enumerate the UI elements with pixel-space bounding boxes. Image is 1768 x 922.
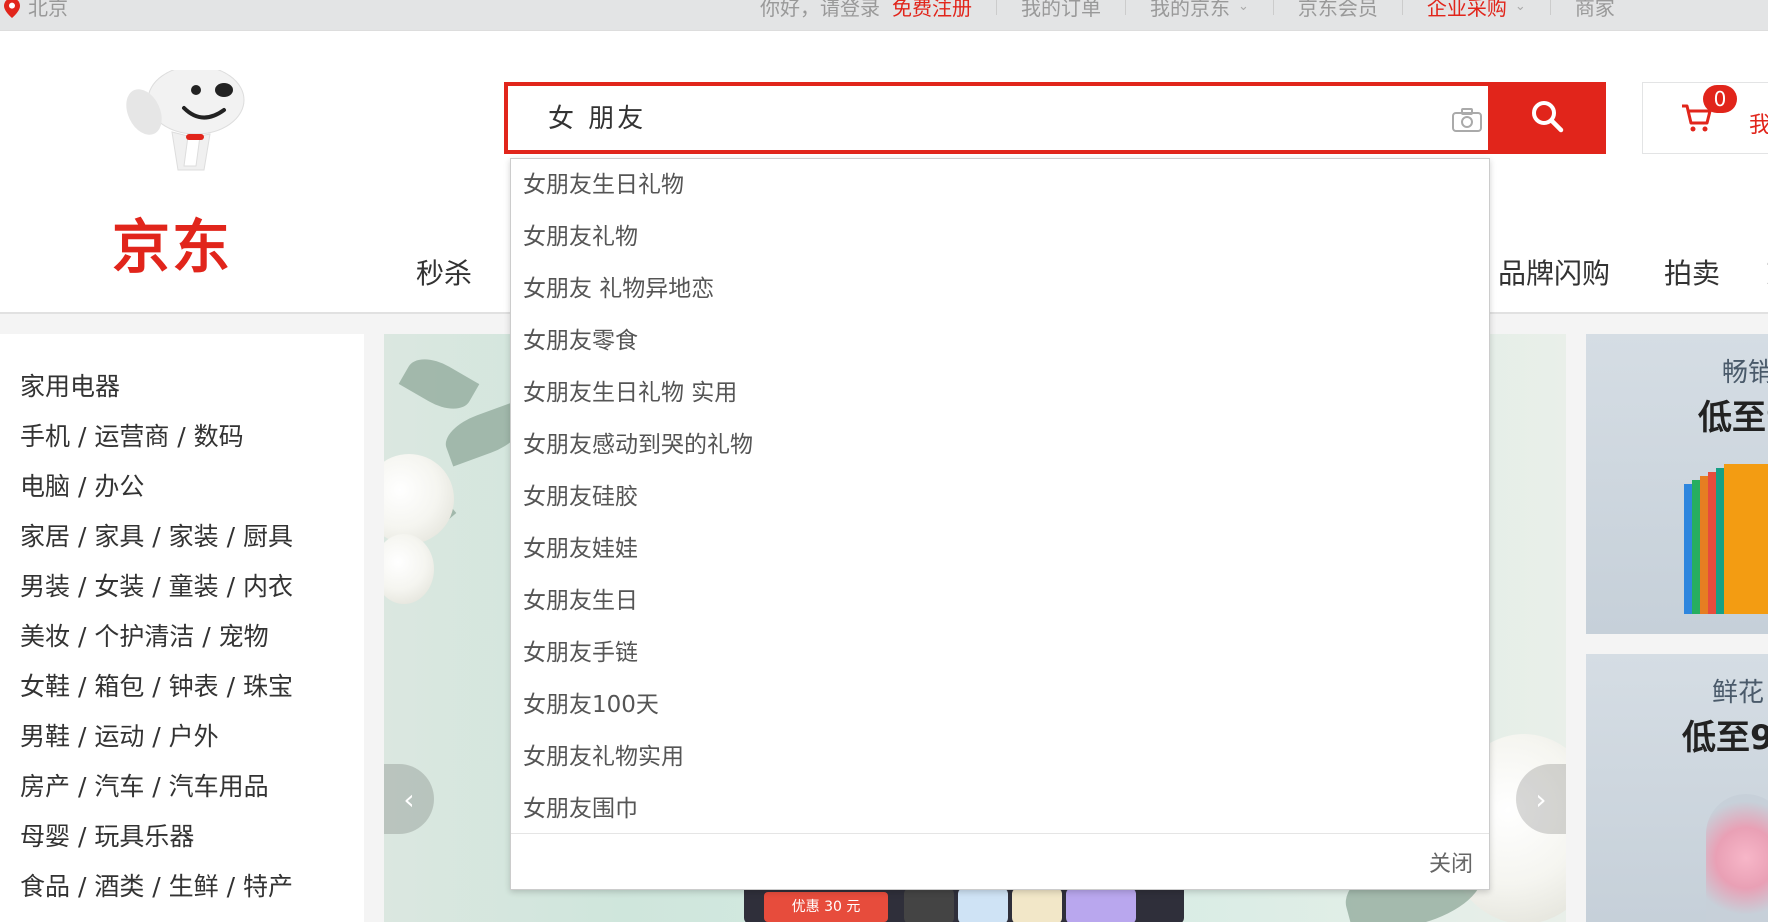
category-item[interactable]: 电脑 / 办公 bbox=[20, 462, 319, 512]
nav-brand-flash[interactable]: 品牌闪购 bbox=[1498, 252, 1610, 292]
register-link[interactable]: 免费注册 bbox=[892, 0, 972, 21]
close-button[interactable]: 关闭 bbox=[1429, 846, 1473, 878]
category-item[interactable]: 男鞋 / 运动 / 户外 bbox=[20, 712, 319, 762]
search-box[interactable]: 女 朋友 bbox=[504, 82, 1606, 154]
cart-button[interactable]: 0 我 bbox=[1642, 82, 1768, 154]
top-bar: 北京 你好，请登录 免费注册 我的订单 我的京东 ⌄ 京东会员 企业采购 ⌄ 商… bbox=[0, 0, 1768, 31]
top-nav: 你好，请登录 免费注册 我的订单 我的京东 ⌄ 京东会员 企业采购 ⌄ 商家 bbox=[760, 0, 1615, 21]
suggestion-item[interactable]: 女朋友生日礼物 实用 bbox=[511, 367, 1489, 419]
phone-image bbox=[958, 888, 1008, 922]
suggestion-item[interactable]: 女朋友生日 bbox=[511, 575, 1489, 627]
suggestion-item[interactable]: 女朋友礼物 bbox=[511, 211, 1489, 263]
category-item[interactable]: 家用电器 bbox=[20, 362, 319, 412]
category-list: 家用电器 手机 / 运营商 / 数码 电脑 / 办公 家居 / 家具 / 家装 / 厨… bbox=[20, 362, 319, 922]
suggestion-item[interactable]: 女朋友生日礼物 bbox=[511, 159, 1489, 211]
suggestion-item[interactable]: 女朋友100天 bbox=[511, 679, 1489, 731]
my-cart-label: 我 bbox=[1749, 113, 1768, 138]
leaf-decoration bbox=[398, 349, 480, 419]
category-item[interactable]: 男装 / 女装 / 童装 / 内衣 bbox=[20, 562, 319, 612]
book-set-image bbox=[1684, 464, 1768, 624]
suggestion-item[interactable]: 女朋友娃娃 bbox=[511, 523, 1489, 575]
category-item[interactable]: 母婴 / 玩具乐器 bbox=[20, 812, 319, 862]
chevron-left-icon: ‹ bbox=[403, 782, 415, 816]
flower-bouquet-image bbox=[1706, 794, 1768, 922]
separator bbox=[1549, 0, 1551, 15]
promo-title: 畅销 bbox=[1722, 358, 1768, 388]
phone-image bbox=[904, 888, 954, 922]
separator bbox=[996, 0, 997, 15]
category-item[interactable]: 家居 / 家具 / 家装 / 厨具 bbox=[20, 512, 319, 562]
dropdown-footer: 关闭 bbox=[511, 833, 1489, 889]
phone-image bbox=[1066, 888, 1136, 922]
promo-card-bestseller[interactable]: 畅销 低至9 bbox=[1586, 334, 1768, 634]
nav-seckill[interactable]: 秒杀 bbox=[416, 252, 472, 292]
jd-member-link[interactable]: 京东会员 bbox=[1298, 0, 1378, 21]
login-link[interactable]: 你好，请登录 bbox=[760, 0, 880, 21]
chevron-down-icon: ⌄ bbox=[1514, 0, 1526, 14]
location-selector[interactable]: 北京 bbox=[4, 0, 68, 21]
chevron-down-icon: ⌄ bbox=[1238, 0, 1249, 14]
promo-subtitle: 低至9 bbox=[1698, 398, 1768, 438]
search-button[interactable] bbox=[1488, 82, 1606, 154]
suggestion-item[interactable]: 女朋友 礼物异地恋 bbox=[511, 263, 1489, 315]
promo-title: 鲜花 bbox=[1712, 678, 1765, 708]
my-jd-link[interactable]: 我的京东 bbox=[1150, 0, 1230, 21]
coupon-label: 优惠 30 元 bbox=[764, 892, 888, 922]
cart-count-badge: 0 bbox=[1703, 85, 1737, 113]
category-item[interactable]: 艺术 / 礼品鲜花 / 农资绿植 bbox=[20, 912, 319, 922]
category-item[interactable]: 食品 / 酒类 / 生鲜 / 特产 bbox=[20, 862, 319, 912]
suggestion-item[interactable]: 女朋友零食 bbox=[511, 315, 1489, 367]
category-item[interactable]: 女鞋 / 箱包 / 钟表 / 珠宝 bbox=[20, 662, 319, 712]
camera-icon[interactable] bbox=[1452, 108, 1482, 136]
chevron-right-icon: › bbox=[1535, 782, 1547, 816]
suggestion-item[interactable]: 女朋友手链 bbox=[511, 627, 1489, 679]
promo-subtitle: 低至9 bbox=[1682, 718, 1768, 758]
search-input[interactable]: 女 朋友 bbox=[548, 98, 646, 135]
search-suggestion-dropdown: 女朋友生日礼物 女朋友礼物 女朋友 礼物异地恋 女朋友零食 女朋友生日礼物 实用 女朋友感… bbox=[510, 158, 1490, 890]
merchant-link[interactable]: 商家 bbox=[1575, 0, 1615, 21]
promo-card-flowers[interactable]: 鲜花 低至9 bbox=[1586, 654, 1768, 922]
search-icon bbox=[1530, 99, 1564, 137]
suggestion-item[interactable]: 女朋友感动到哭的礼物 bbox=[511, 419, 1489, 471]
banner-prev-button[interactable]: ‹ bbox=[384, 764, 434, 834]
category-panel: 家用电器 手机 / 运营商 / 数码 电脑 / 办公 家居 / 家具 / 家装 / 厨… bbox=[0, 334, 364, 922]
suggestion-list: 女朋友生日礼物 女朋友礼物 女朋友 礼物异地恋 女朋友零食 女朋友生日礼物 实用 女朋友感… bbox=[511, 159, 1489, 835]
category-item[interactable]: 美妆 / 个护清洁 / 宠物 bbox=[20, 612, 319, 662]
separator bbox=[1401, 0, 1403, 15]
category-item[interactable]: 手机 / 运营商 / 数码 bbox=[20, 412, 319, 462]
suggestion-item[interactable]: 女朋友硅胶 bbox=[511, 471, 1489, 523]
nav-auction[interactable]: 拍卖 bbox=[1664, 252, 1720, 292]
category-item[interactable]: 房产 / 汽车 / 汽车用品 bbox=[20, 762, 319, 812]
suggestion-item[interactable]: 女朋友围巾 bbox=[511, 783, 1489, 835]
separator bbox=[1272, 0, 1274, 15]
separator bbox=[1125, 0, 1126, 15]
my-orders-link[interactable]: 我的订单 bbox=[1021, 0, 1101, 21]
location-pin-icon bbox=[4, 0, 20, 18]
location-text: 北京 bbox=[28, 0, 68, 20]
flower-decoration bbox=[384, 454, 454, 544]
enterprise-link[interactable]: 企业采购 bbox=[1427, 0, 1507, 21]
phone-image bbox=[1012, 888, 1062, 922]
flower-decoration bbox=[384, 534, 434, 604]
suggestion-item[interactable]: 女朋友礼物实用 bbox=[511, 731, 1489, 783]
